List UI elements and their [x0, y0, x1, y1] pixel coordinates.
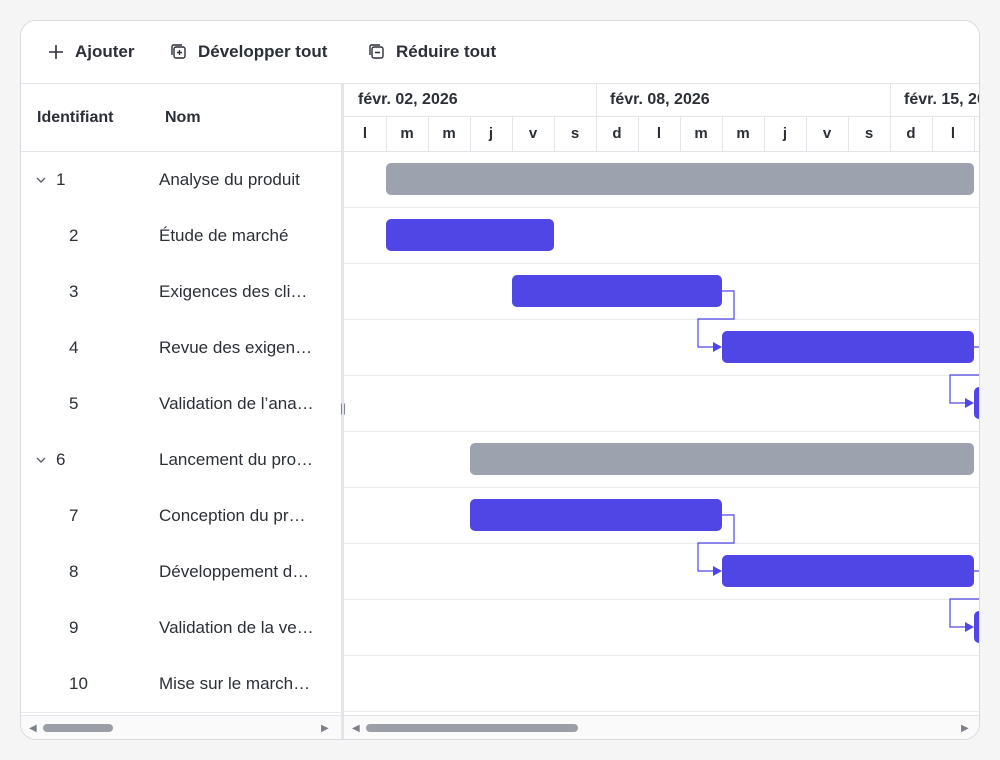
task-bar[interactable] [974, 387, 979, 419]
row-name-cell: Revue des exigen… [159, 337, 313, 357]
row-name-cell: Validation de l’ana… [159, 393, 314, 413]
chevron-down-icon[interactable] [35, 174, 47, 186]
table-row[interactable]: 3 Exigences des cli… [21, 264, 341, 321]
expand-all-button[interactable]: Développer tout [170, 21, 327, 83]
dependency-arrow-icon [965, 622, 974, 632]
row-id-cell: 5 [69, 376, 78, 431]
grid-header: Identifiant Nom [21, 84, 341, 152]
dependency-arrow-icon [713, 342, 722, 352]
table-row[interactable]: 4 Revue des exigen… [21, 320, 341, 377]
gantt-chart: févr. 02, 2026 févr. 08, 2026 févr. 15, 20… [344, 84, 979, 714]
row-id-cell: 2 [69, 208, 78, 263]
row-id-cell: 10 [69, 656, 88, 711]
table-row[interactable]: 9 Validation de la ve… [21, 600, 341, 657]
row-name-cell: Validation de la ve… [159, 617, 314, 637]
table-row[interactable]: 10 Mise sur le march… [21, 656, 341, 713]
timeline-day-label: m [442, 125, 456, 142]
column-header-id[interactable]: Identifiant [37, 84, 113, 151]
row-name-cell: Mise sur le march… [159, 673, 311, 693]
row-name-cell: Lancement du pro… [159, 449, 314, 469]
timeline-day-label: m [736, 125, 750, 142]
table-row[interactable]: 1 Analyse du produit [21, 152, 341, 209]
row-id-text: 7 [69, 505, 79, 525]
summary-bar[interactable] [470, 443, 974, 475]
table-row[interactable]: 5 Validation de l’ana… [21, 376, 341, 433]
toolbar: Ajouter Développer tout Réduire tout [21, 21, 979, 84]
row-id-text: 6 [56, 449, 66, 469]
row-name-cell: Exigences des cli… [159, 281, 308, 301]
timeline-day-label: l [656, 125, 662, 142]
expand-all-icon [171, 44, 186, 59]
row-id-text: 10 [69, 673, 88, 693]
row-name-cell: Étude de marché [159, 225, 289, 245]
summary-bar[interactable] [386, 163, 974, 195]
timeline-day-label: s [570, 125, 580, 142]
row-id-cell: 7 [69, 488, 78, 543]
timeline-day-label: l [362, 125, 368, 142]
timeline-day-label: d [612, 125, 622, 142]
row-id-cell: 1 [35, 152, 65, 207]
timeline-week-label: févr. 15, 2026 [904, 91, 979, 108]
row-id-cell: 3 [69, 264, 78, 319]
row-id-cell: 6 [35, 432, 65, 487]
row-id-text: 8 [69, 561, 79, 581]
grid-scroll-thumb[interactable] [43, 724, 113, 732]
timeline-day-label: v [528, 125, 538, 142]
row-id-cell: 4 [69, 320, 78, 375]
task-bar[interactable] [512, 275, 722, 307]
dependency-arrow-icon [713, 566, 722, 576]
add-button-label: Ajouter [75, 42, 135, 61]
grid-horizontal-scrollbar[interactable]: ◀ ▶ [21, 715, 341, 739]
row-id-text: 1 [56, 169, 66, 189]
timeline-day-label: m [694, 125, 708, 142]
task-bar[interactable] [974, 611, 979, 643]
timeline-day-label: s [864, 125, 874, 142]
timeline-day-label: l [950, 125, 956, 142]
table-row[interactable]: 7 Conception du pr… [21, 488, 341, 545]
column-header-name[interactable]: Nom [165, 84, 201, 151]
timeline-day-label: j [782, 125, 788, 142]
row-name-cell: Conception du pr… [159, 505, 306, 525]
scroll-left-arrow-icon[interactable]: ◀ [29, 723, 37, 734]
chevron-down-icon[interactable] [35, 454, 47, 466]
table-row[interactable]: 8 Développement d… [21, 544, 341, 601]
timeline-week-label: févr. 02, 2026 [358, 91, 458, 108]
timeline-day-label: j [488, 125, 494, 142]
row-name-cell: Analyse du produit [159, 169, 300, 189]
row-id-text: 9 [69, 617, 79, 637]
row-id-cell: 9 [69, 600, 78, 655]
table-row[interactable]: 6 Lancement du pro… [21, 432, 341, 489]
chart-horizontal-scrollbar[interactable]: ◀ ▶ [344, 715, 979, 739]
scroll-right-arrow-icon[interactable]: ▶ [321, 723, 329, 734]
gantt-panel: Ajouter Développer tout Réduire tout Ide… [20, 20, 980, 740]
row-name-cell: Développement d… [159, 561, 310, 581]
task-bar[interactable] [386, 219, 554, 251]
plus-icon [49, 45, 63, 59]
timeline-day-label: v [822, 125, 832, 142]
task-bar[interactable] [722, 555, 974, 587]
task-bar[interactable] [470, 499, 722, 531]
collapse-all-button[interactable]: Réduire tout [368, 21, 496, 83]
row-id-text: 3 [69, 281, 79, 301]
timeline-day-label: m [400, 125, 414, 142]
task-bar[interactable] [722, 331, 974, 363]
timeline-day-label: d [906, 125, 916, 142]
add-button[interactable]: Ajouter [47, 21, 135, 83]
table-row[interactable]: 2 Étude de marché [21, 208, 341, 265]
chart-scroll-thumb[interactable] [366, 724, 578, 732]
timeline-week-label: févr. 08, 2026 [610, 91, 710, 108]
chart-scroll-right-arrow-icon[interactable]: ▶ [961, 723, 969, 734]
expand-all-label: Développer tout [198, 42, 328, 61]
gantt-timeline [344, 84, 979, 712]
row-id-text: 5 [69, 393, 79, 413]
row-id-text: 2 [69, 225, 79, 245]
timeline-day-label: m [974, 117, 979, 150]
dependency-arrow-icon [965, 398, 974, 408]
task-grid: Identifiant Nom 1 Analyse du produit 2 Étud… [21, 84, 341, 714]
row-id-cell: 8 [69, 544, 78, 599]
chart-scroll-left-arrow-icon[interactable]: ◀ [352, 723, 360, 734]
collapse-all-label: Réduire tout [396, 42, 497, 61]
collapse-all-icon [369, 44, 384, 59]
row-id-text: 4 [69, 337, 79, 357]
